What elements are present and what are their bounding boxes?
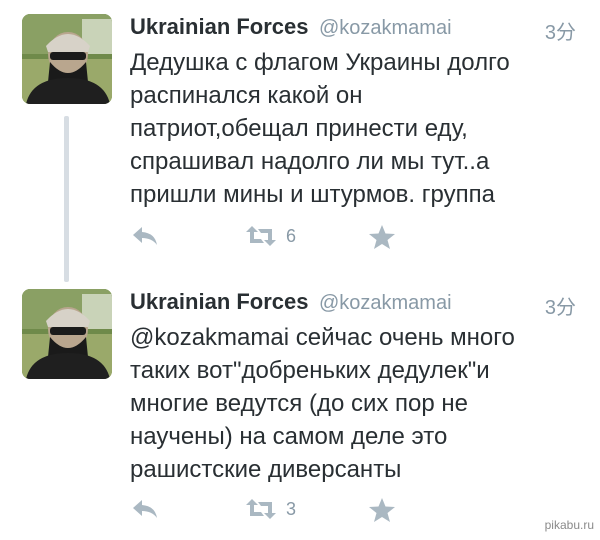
tweet: Ukrainian Forces @kozakmamai 3分 @kozakma… xyxy=(0,275,600,540)
tweet-actions: 3 xyxy=(130,497,430,527)
display-name[interactable]: Ukrainian Forces xyxy=(130,14,309,39)
tweet-actions: 6 xyxy=(130,224,430,254)
tweet: Ukrainian Forces @kozakmamai 3分 Дедушка … xyxy=(0,0,600,270)
reply-icon xyxy=(130,224,160,248)
retweet-button[interactable]: 3 xyxy=(244,497,296,521)
timestamp[interactable]: 3分 xyxy=(545,291,576,320)
display-name[interactable]: Ukrainian Forces xyxy=(130,289,309,314)
timestamp[interactable]: 3分 xyxy=(545,16,576,45)
reply-icon xyxy=(130,497,160,521)
user-handle[interactable]: @kozakmamai xyxy=(319,292,452,314)
favorite-button[interactable] xyxy=(368,224,396,250)
retweet-button[interactable]: 6 xyxy=(244,224,296,248)
user-handle[interactable]: @kozakmamai xyxy=(319,17,452,39)
reply-button[interactable] xyxy=(130,224,160,248)
watermark: pikabu.ru xyxy=(544,518,594,532)
avatar[interactable] xyxy=(22,289,112,379)
favorite-icon xyxy=(368,224,396,250)
retweet-icon xyxy=(244,224,278,248)
retweet-count: 3 xyxy=(286,498,297,519)
tweet-text: @kozakmamai сейчас очень много таких вот… xyxy=(130,324,515,483)
favorite-button[interactable] xyxy=(368,497,396,523)
reply-button[interactable] xyxy=(130,497,160,521)
retweet-icon xyxy=(244,497,278,521)
tweet-header: Ukrainian Forces @kozakmamai 3分 xyxy=(130,289,580,319)
tweet-header: Ukrainian Forces @kozakmamai 3分 xyxy=(130,14,580,44)
avatar[interactable] xyxy=(22,14,112,104)
favorite-icon xyxy=(368,497,396,523)
tweet-text: Дедушка с флагом Украины долго распиналс… xyxy=(130,49,510,208)
retweet-count: 6 xyxy=(286,225,297,246)
